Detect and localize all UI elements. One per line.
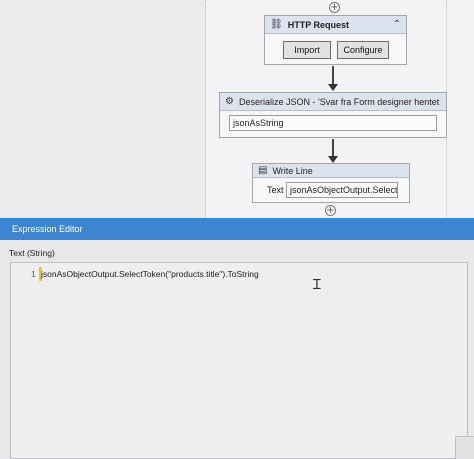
http-request-title: HTTP Request [287, 19, 350, 30]
http-request-header[interactable]: ⛓ HTTP Request ⌃ [265, 16, 406, 34]
add-activity-top-icon[interactable]: + [329, 2, 340, 13]
designer-right-pane [446, 0, 474, 218]
expression-code-line[interactable]: jsonAsObjectOutput.SelectToken("products… [41, 269, 259, 279]
deserialize-json-icon: ⚙ [225, 95, 234, 107]
http-request-icon: ⛓ [270, 18, 283, 30]
expression-type-label: Text (String) [9, 248, 55, 258]
connector-arrow-icon [328, 156, 338, 163]
write-line-text-input[interactable]: jsonAsObjectOutput.SelectTc [286, 182, 398, 198]
text-cursor-icon: Ɪ [313, 277, 321, 293]
line-number: 1 [31, 269, 36, 279]
add-activity-bottom-icon[interactable]: + [325, 205, 336, 216]
text-field-label: Text [267, 185, 284, 195]
json-string-input[interactable]: jsonAsString [229, 115, 437, 131]
write-line-icon: ▤ [258, 164, 268, 176]
write-line-header[interactable]: ▤ Write Line [253, 164, 409, 178]
write-line-title: Write Line [272, 165, 313, 176]
expression-editor-title: Expression Editor [0, 218, 474, 240]
import-button[interactable]: Import [283, 41, 331, 59]
connector-arrow-icon [328, 84, 338, 91]
designer-left-pane [0, 0, 206, 218]
configure-button[interactable]: Configure [337, 41, 389, 59]
expression-editor-panel: Text (String) 1 jsonAsObjectOutput.Selec… [0, 240, 474, 459]
workflow-designer-canvas[interactable]: + ⛓ HTTP Request ⌃ Import Configure ⚙ De… [0, 0, 474, 218]
deserialize-json-header[interactable]: ⚙ Deserialize JSON - 'Svar fra Form desi… [220, 93, 446, 111]
resize-grip-icon[interactable] [455, 436, 474, 459]
collapse-icon[interactable]: ⌃ [393, 19, 401, 30]
expression-code-input[interactable]: 1 jsonAsObjectOutput.SelectToken("produc… [10, 262, 468, 459]
deserialize-json-title: Deserialize JSON - 'Svar fra Form design… [238, 96, 441, 107]
